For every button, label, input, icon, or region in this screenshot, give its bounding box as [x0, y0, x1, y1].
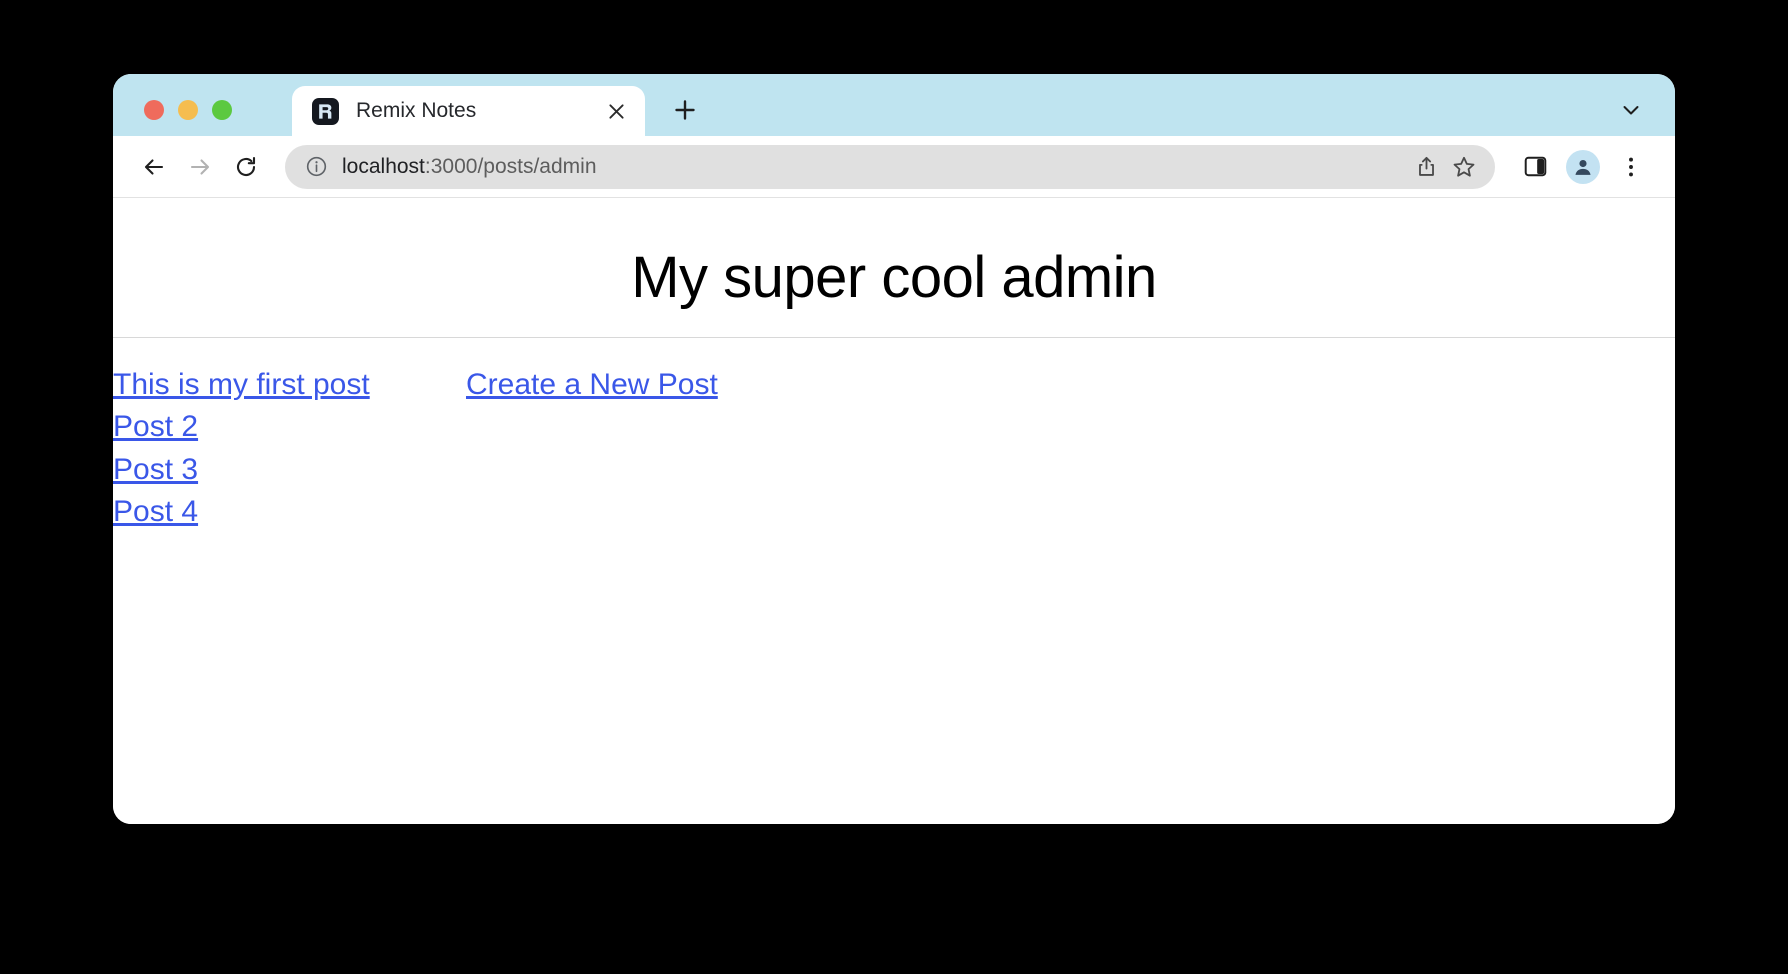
list-item: Post 3 [113, 449, 466, 491]
remix-logo-icon [312, 97, 339, 125]
browser-toolbar: localhost:3000/posts/admin [113, 136, 1675, 198]
minimize-window-button[interactable] [178, 100, 198, 120]
avatar [1566, 149, 1600, 184]
info-circle-icon[interactable] [305, 155, 328, 178]
page-title: My super cool admin [631, 245, 1157, 310]
address-bar[interactable]: localhost:3000/posts/admin [285, 144, 1495, 189]
url-host: localhost [342, 154, 425, 178]
admin-outlet-column: Create a New Post [466, 364, 1675, 533]
url-path: :3000/posts/admin [424, 154, 597, 178]
star-icon[interactable] [1445, 148, 1483, 186]
post-link-2[interactable]: Post 2 [113, 406, 466, 448]
reload-icon[interactable] [223, 144, 269, 190]
post-link-3[interactable]: Post 3 [113, 449, 466, 491]
tab-strip: Remix Notes [113, 74, 1675, 136]
tab-title: Remix Notes [356, 99, 477, 122]
chevron-down-icon[interactable] [1613, 92, 1649, 128]
share-icon[interactable] [1407, 148, 1445, 186]
close-icon[interactable] [599, 94, 633, 128]
page-viewport: My super cool admin This is my first pos… [113, 198, 1675, 824]
post-link-4[interactable]: Post 4 [113, 491, 466, 533]
forward-arrow-icon[interactable] [177, 144, 223, 190]
new-tab-button[interactable] [666, 91, 704, 129]
admin-layout: This is my first post Post 2 Post 3 Post… [113, 338, 1675, 533]
back-arrow-icon[interactable] [131, 144, 177, 190]
post-list-column: This is my first post Post 2 Post 3 Post… [113, 364, 466, 533]
list-item: Post 4 [113, 491, 466, 533]
list-item: This is my first post [113, 364, 466, 406]
maximize-window-button[interactable] [212, 100, 232, 120]
list-item: Post 2 [113, 406, 466, 448]
window-traffic-lights [144, 100, 232, 120]
side-panel-icon[interactable] [1513, 145, 1557, 189]
close-window-button[interactable] [144, 100, 164, 120]
create-new-post-link[interactable]: Create a New Post [466, 364, 1675, 406]
post-link-1[interactable]: This is my first post [113, 364, 466, 406]
account-avatar-icon[interactable] [1561, 145, 1605, 189]
browser-window: Remix Notes localhost:3000/posts/admin M… [113, 74, 1675, 824]
post-list: This is my first post Post 2 Post 3 Post… [113, 364, 466, 533]
three-dot-menu-icon[interactable] [1609, 145, 1653, 189]
browser-tab-remix-notes[interactable]: Remix Notes [292, 86, 645, 136]
url-text[interactable]: localhost:3000/posts/admin [342, 155, 1407, 179]
